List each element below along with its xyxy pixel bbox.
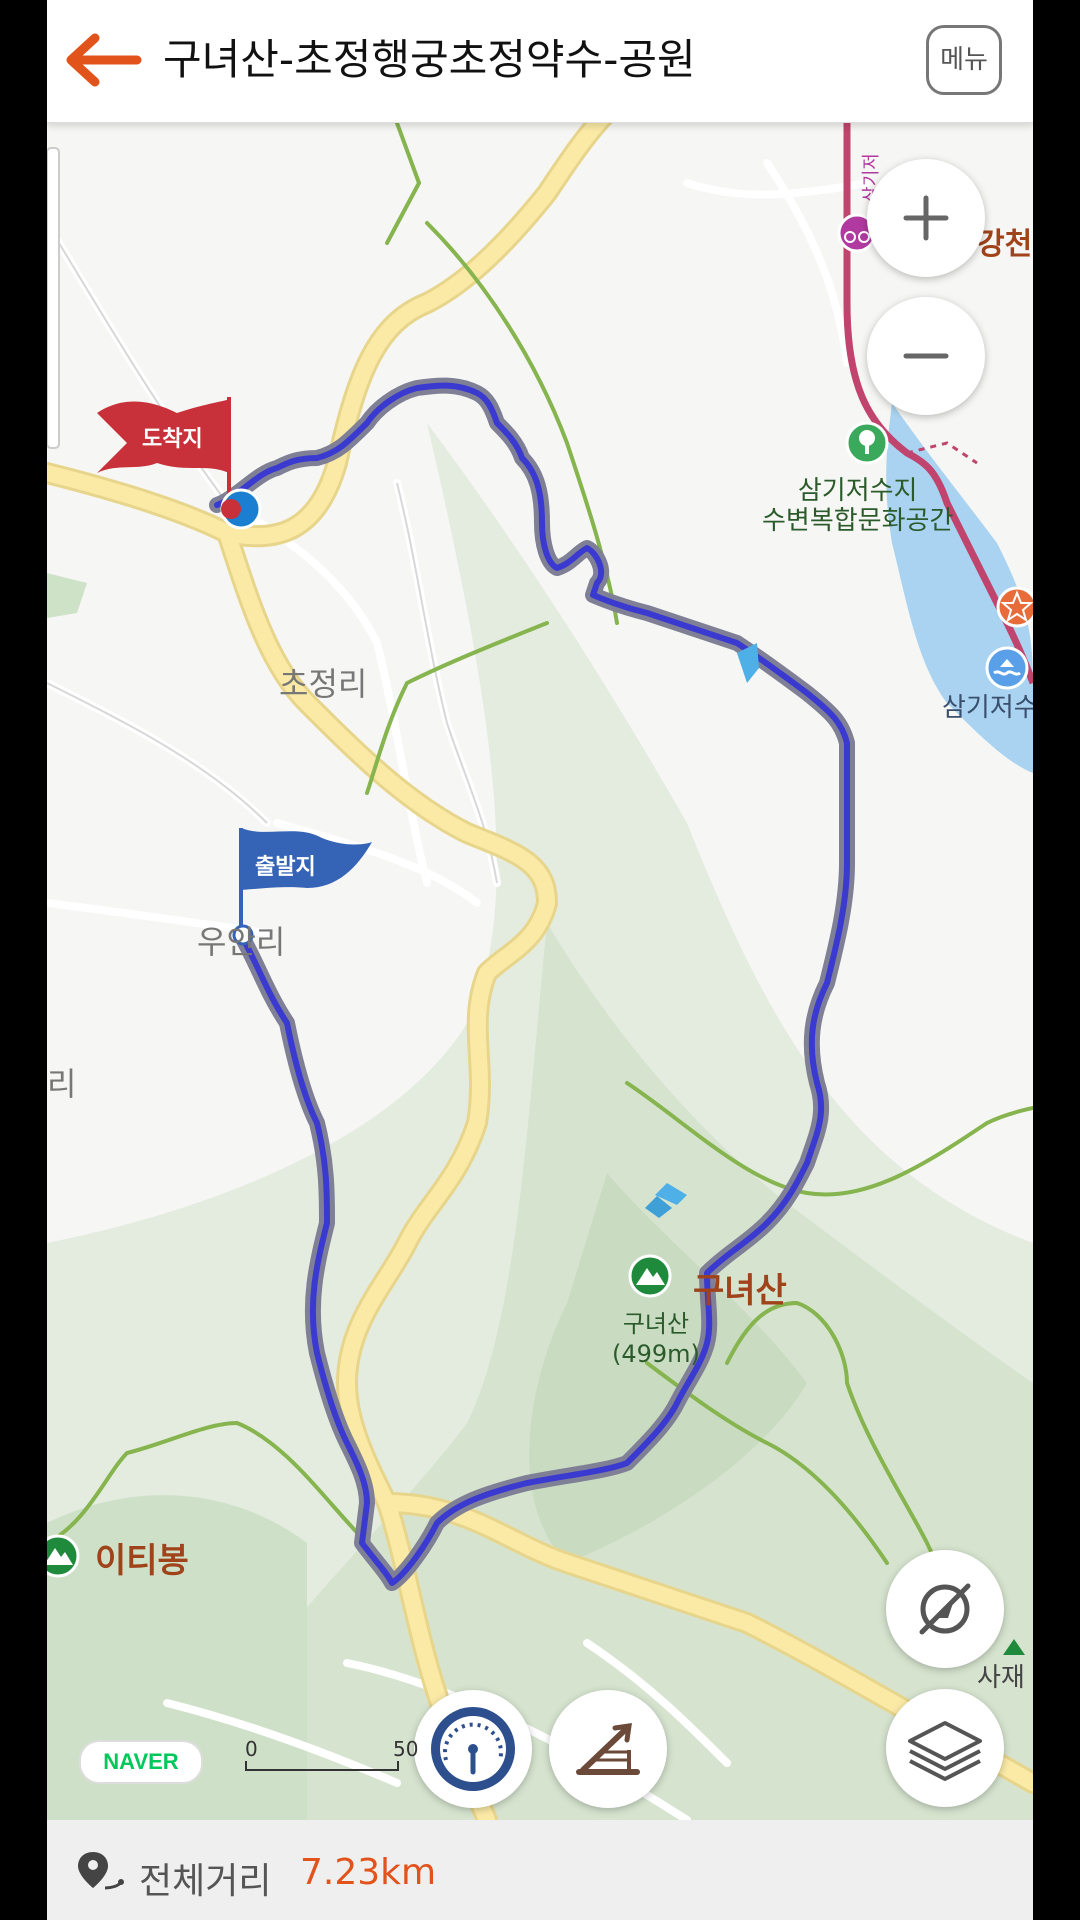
zoom-in-button[interactable] bbox=[867, 159, 985, 277]
arrival-pin-icon[interactable] bbox=[219, 487, 263, 531]
plus-icon bbox=[903, 195, 949, 241]
elevation-button[interactable] bbox=[549, 1690, 667, 1808]
arrival-flag-icon bbox=[97, 397, 231, 501]
distance-label: 전체거리 bbox=[139, 1861, 272, 1902]
map-label-samgi-short: 삼기저수 bbox=[942, 693, 1033, 723]
peak-altitude: (499m) bbox=[612, 1340, 700, 1368]
map-label-uan: 우안리 bbox=[197, 923, 286, 961]
map-label-gunyeosan: 구녀산 bbox=[693, 1271, 787, 1311]
peak-name: 구녀산 bbox=[622, 1310, 690, 1338]
app-screen: 구녀산-초정행궁초정약수-공원 메뉴 도착지 출발지 초정리 우안리 리 구녀산… bbox=[47, 0, 1033, 1920]
minus-icon bbox=[903, 353, 949, 359]
naver-logo: NAVER bbox=[79, 1740, 203, 1784]
departure-flag-label: 출발지 bbox=[255, 855, 316, 880]
poi-line2: 수변복합문화공간 bbox=[762, 506, 954, 536]
map-label-itibong: 이티봉 bbox=[95, 1541, 189, 1581]
map-label-samgi-reservoir: 삼기저수지 수변복합문화공간 bbox=[762, 476, 953, 536]
water-icon[interactable] bbox=[984, 645, 1030, 691]
map-label-gangcheon: 강천 bbox=[977, 227, 1033, 262]
page-title: 구녀산-초정행궁초정약수-공원 bbox=[163, 35, 696, 84]
layers-button[interactable] bbox=[886, 1689, 1004, 1807]
itibong-peak-icon[interactable] bbox=[47, 1533, 81, 1579]
distance-value: 7.23km bbox=[300, 1852, 437, 1893]
distance-footer: 전체거리 7.23km bbox=[47, 1820, 1033, 1920]
map-label-gunyeosan-peak: 구녀산 (499m) bbox=[612, 1309, 700, 1369]
festival-icon[interactable] bbox=[995, 585, 1033, 629]
scale-bar bbox=[245, 1761, 399, 1771]
compass-off-icon bbox=[919, 1583, 971, 1635]
layers-icon bbox=[908, 1721, 982, 1781]
scale-end: 50 bbox=[393, 1737, 419, 1761]
arrival-flag-label: 도착지 bbox=[142, 427, 203, 452]
scale-start: 0 bbox=[245, 1737, 258, 1761]
poi-line1: 삼기저수지 bbox=[797, 476, 918, 506]
menu-button[interactable]: 메뉴 bbox=[926, 25, 1002, 95]
route-pin-icon bbox=[78, 1852, 124, 1890]
route-map[interactable]: 도착지 출발지 초정리 우안리 리 구녀산 구녀산 (499m) 이티봉 삼기저… bbox=[47, 123, 1033, 1820]
zoom-out-button[interactable] bbox=[867, 297, 985, 415]
compass-button[interactable] bbox=[886, 1550, 1004, 1668]
map-label-chojeong: 초정리 bbox=[279, 665, 368, 703]
back-arrow-icon[interactable] bbox=[65, 30, 143, 90]
map-scale: 0 50 bbox=[245, 1737, 445, 1777]
map-label-ri-left: 리 bbox=[47, 1065, 77, 1103]
elevation-icon bbox=[576, 1723, 640, 1775]
park-icon[interactable] bbox=[844, 420, 890, 466]
gunyeosan-peak-icon[interactable] bbox=[627, 1253, 673, 1299]
top-bar: 구녀산-초정행궁초정약수-공원 메뉴 bbox=[47, 0, 1033, 123]
